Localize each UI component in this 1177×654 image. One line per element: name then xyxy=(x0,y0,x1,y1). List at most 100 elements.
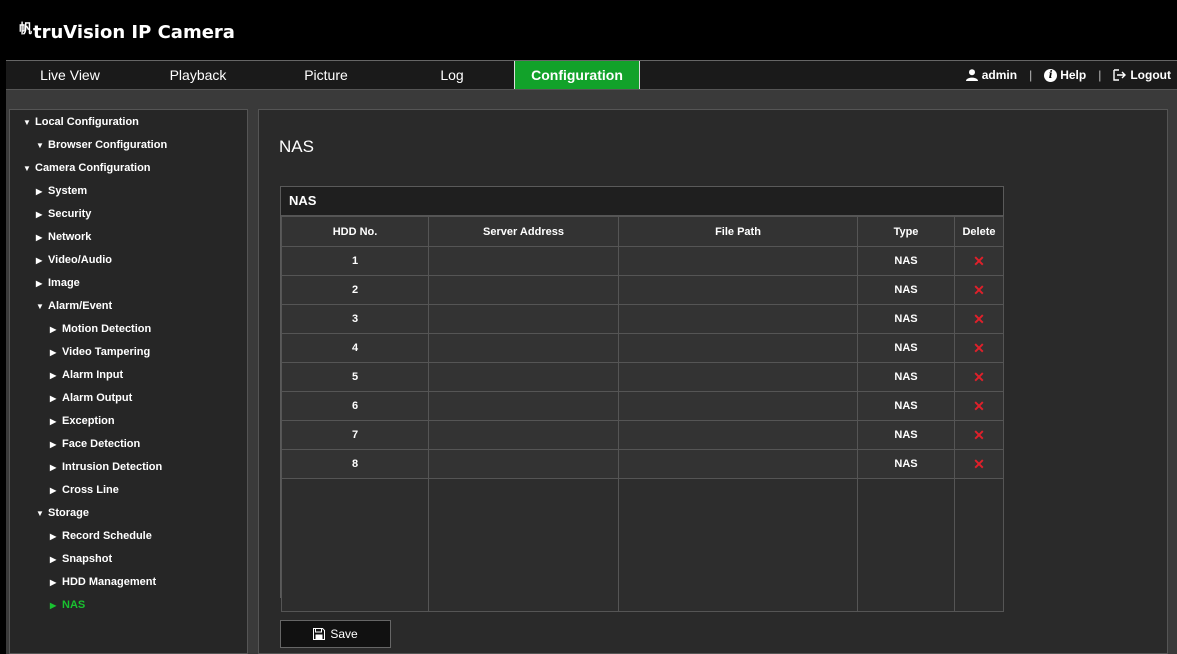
tree-item-label: Camera Configuration xyxy=(35,162,151,174)
server-address-cell[interactable] xyxy=(428,304,619,334)
collapse-arrow-icon: ▶ xyxy=(50,532,57,541)
tab-log[interactable]: Log xyxy=(390,61,514,89)
collapse-arrow-icon: ▶ xyxy=(36,210,43,219)
tree-item-alarm-output[interactable]: ▶ Alarm Output xyxy=(50,390,132,406)
delete-icon[interactable]: ✕ xyxy=(973,369,985,385)
collapse-arrow-icon: ▶ xyxy=(36,233,43,242)
hdd-no-cell: 4 xyxy=(281,333,429,363)
server-address-cell[interactable] xyxy=(428,333,619,363)
table-row[interactable]: 6 NAS ✕ xyxy=(281,391,1004,421)
tree-item-image[interactable]: ▶ Image xyxy=(36,275,80,291)
table-row[interactable]: 3 NAS ✕ xyxy=(281,304,1004,334)
server-address-cell[interactable] xyxy=(428,391,619,421)
server-address-cell[interactable] xyxy=(428,362,619,392)
type-cell: NAS xyxy=(857,391,955,421)
tree-item-label: Local Configuration xyxy=(35,116,139,128)
tree-item-network[interactable]: ▶ Network xyxy=(36,229,91,245)
tree-item-label: HDD Management xyxy=(62,576,157,588)
tree-item-label: Image xyxy=(48,277,80,289)
delete-icon[interactable]: ✕ xyxy=(973,340,985,356)
table-row[interactable]: 1 NAS ✕ xyxy=(281,246,1004,276)
tree-item-snapshot[interactable]: ▶ Snapshot xyxy=(50,551,112,567)
tree-item-security[interactable]: ▶ Security xyxy=(36,206,91,222)
column-header-file-path: File Path xyxy=(618,216,858,247)
server-address-cell[interactable] xyxy=(428,449,619,479)
tab-playback[interactable]: Playback xyxy=(134,61,262,89)
delete-icon[interactable]: ✕ xyxy=(973,456,985,472)
file-path-cell[interactable] xyxy=(618,449,858,479)
collapse-arrow-icon: ▶ xyxy=(50,486,57,495)
tree-item-system[interactable]: ▶ System xyxy=(36,183,87,199)
tree-item-label: Record Schedule xyxy=(62,530,152,542)
file-path-cell[interactable] xyxy=(618,333,858,363)
tree-item-motion-detection[interactable]: ▶ Motion Detection xyxy=(50,321,151,337)
tree-item-alarm-event[interactable]: ▼ Alarm/Event xyxy=(36,298,112,314)
save-button[interactable]: Save xyxy=(280,620,391,648)
column-header-server-address: Server Address xyxy=(428,216,619,247)
server-address-cell[interactable] xyxy=(428,246,619,276)
nas-section: NAS HDD No. Server Address File Path Typ… xyxy=(280,186,1004,612)
delete-icon[interactable]: ✕ xyxy=(973,398,985,414)
tree-item-video-tampering[interactable]: ▶ Video Tampering xyxy=(50,344,150,360)
delete-icon[interactable]: ✕ xyxy=(973,282,985,298)
tree-item-label: Face Detection xyxy=(62,438,141,450)
tree-item-alarm-input[interactable]: ▶ Alarm Input xyxy=(50,367,123,383)
delete-cell: ✕ xyxy=(954,246,1004,276)
delete-icon[interactable]: ✕ xyxy=(973,311,985,327)
tree-item-label: Intrusion Detection xyxy=(62,461,163,473)
file-path-cell[interactable] xyxy=(618,275,858,305)
user-controls: admin | i Help | Logout xyxy=(965,61,1171,89)
type-cell: NAS xyxy=(857,449,955,479)
delete-icon[interactable]: ✕ xyxy=(973,253,985,269)
table-row[interactable]: 5 NAS ✕ xyxy=(281,362,1004,392)
tab-live-view[interactable]: Live View xyxy=(6,61,134,89)
user-label: admin xyxy=(981,68,1018,82)
table-header-row: HDD No. Server Address File Path Type De… xyxy=(281,216,1004,247)
delete-icon[interactable]: ✕ xyxy=(973,427,985,443)
file-path-cell[interactable] xyxy=(618,420,858,450)
delete-cell: ✕ xyxy=(954,362,1004,392)
tree-item-exception[interactable]: ▶ Exception xyxy=(50,413,115,429)
delete-cell: ✕ xyxy=(954,391,1004,421)
collapse-arrow-icon: ▶ xyxy=(50,578,57,587)
table-row[interactable]: 8 NAS ✕ xyxy=(281,449,1004,479)
column-header-hdd-no: HDD No. xyxy=(281,216,429,247)
tree-item-browser-configuration[interactable]: ▼ Browser Configuration xyxy=(36,137,167,153)
config-tree: ▼ Local Configuration ▼ Browser Configurat… xyxy=(9,109,248,654)
file-path-cell[interactable] xyxy=(618,246,858,276)
hdd-no-cell: 1 xyxy=(281,246,429,276)
tree-item-local-configuration[interactable]: ▼ Local Configuration xyxy=(23,114,139,130)
floppy-disk-icon xyxy=(313,628,326,640)
tree-item-nas[interactable]: ▶ NAS xyxy=(50,597,85,613)
tab-configuration[interactable]: Configuration xyxy=(514,61,640,89)
table-row[interactable]: 4 NAS ✕ xyxy=(281,333,1004,363)
tree-item-record-schedule[interactable]: ▶ Record Schedule xyxy=(50,528,152,544)
tree-item-video-audio[interactable]: ▶ Video/Audio xyxy=(36,252,112,268)
tree-item-storage[interactable]: ▼ Storage xyxy=(36,505,89,521)
tree-item-label: Video Tampering xyxy=(62,346,151,358)
table-row[interactable]: 7 NAS ✕ xyxy=(281,420,1004,450)
tree-item-label: System xyxy=(48,185,88,197)
expand-arrow-icon: ▼ xyxy=(23,118,31,127)
help-link[interactable]: i Help xyxy=(1044,61,1086,89)
tree-item-camera-configuration[interactable]: ▼ Camera Configuration xyxy=(23,160,151,176)
type-cell: NAS xyxy=(857,275,955,305)
expand-arrow-icon: ▼ xyxy=(36,509,44,518)
main-nav: Live View Playback Picture Log Configura… xyxy=(6,60,1177,90)
tab-picture[interactable]: Picture xyxy=(262,61,390,89)
tree-item-intrusion-detection[interactable]: ▶ Intrusion Detection xyxy=(50,459,162,475)
type-cell: NAS xyxy=(857,304,955,334)
file-path-cell[interactable] xyxy=(618,391,858,421)
tree-item-cross-line[interactable]: ▶ Cross Line xyxy=(50,482,119,498)
user-menu[interactable]: admin xyxy=(965,61,1017,89)
file-path-cell[interactable] xyxy=(618,362,858,392)
delete-cell: ✕ xyxy=(954,420,1004,450)
file-path-cell[interactable] xyxy=(618,304,858,334)
tree-item-hdd-management[interactable]: ▶ HDD Management xyxy=(50,574,156,590)
logout-link[interactable]: Logout xyxy=(1113,61,1171,89)
column-header-delete: Delete xyxy=(954,216,1004,247)
server-address-cell[interactable] xyxy=(428,420,619,450)
table-row[interactable]: 2 NAS ✕ xyxy=(281,275,1004,305)
tree-item-face-detection[interactable]: ▶ Face Detection xyxy=(50,436,140,452)
server-address-cell[interactable] xyxy=(428,275,619,305)
